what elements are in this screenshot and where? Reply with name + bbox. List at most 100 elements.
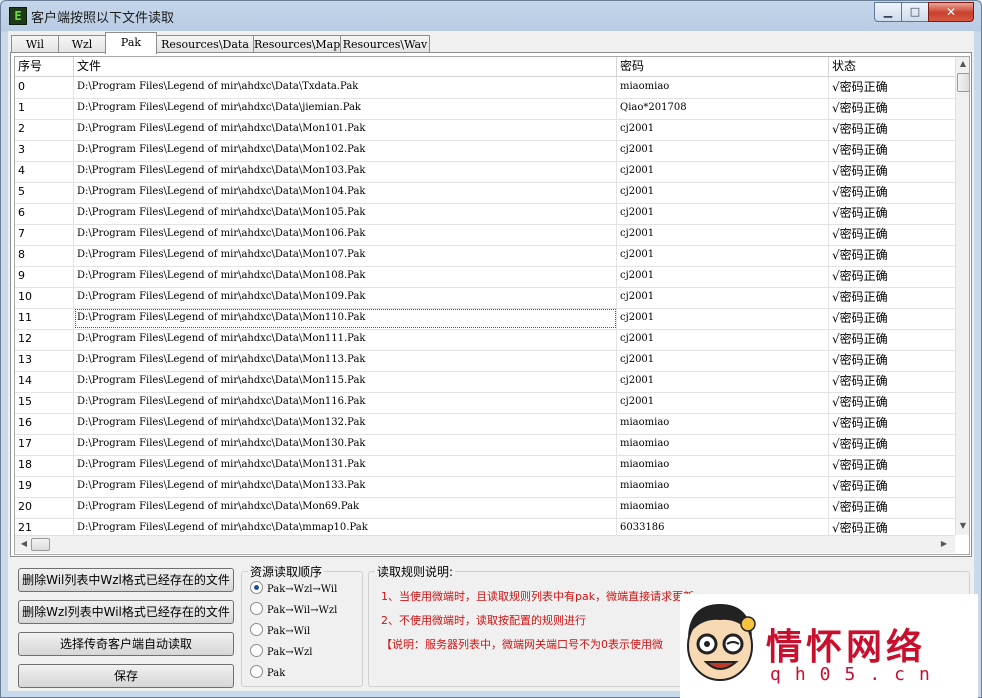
cell-status[interactable]: √密码正确 <box>829 476 955 497</box>
close-button[interactable]: ✕ <box>928 2 974 22</box>
horizontal-scrollbar[interactable]: ◀ ▶ <box>15 535 955 553</box>
cell-password[interactable]: cj2001 <box>617 266 829 287</box>
cell-status[interactable]: √密码正确 <box>829 413 955 434</box>
cell-password[interactable]: Qiao*201708 <box>617 98 829 119</box>
cell-index[interactable]: 21 <box>15 518 74 535</box>
cell-status[interactable]: √密码正确 <box>829 434 955 455</box>
cell-status[interactable]: √密码正确 <box>829 119 955 140</box>
cell-password[interactable]: miaomiao <box>617 77 829 98</box>
cell-status[interactable]: √密码正确 <box>829 392 955 413</box>
tab-wzl[interactable]: Wzl <box>58 35 106 53</box>
cell-password[interactable]: miaomiao <box>617 497 829 518</box>
cell-index[interactable]: 9 <box>15 266 74 287</box>
cell-password[interactable]: cj2001 <box>617 329 829 350</box>
cell-file[interactable]: D:\Program Files\Legend of mir\ahdxc\Dat… <box>74 476 617 497</box>
cell-status[interactable]: √密码正确 <box>829 329 955 350</box>
order-option-pak-wzl[interactable]: Pak→Wzl <box>250 644 312 662</box>
table-row[interactable]: 19 D:\Program Files\Legend of mir\ahdxc\D… <box>15 476 955 498</box>
table-row[interactable]: 21 D:\Program Files\Legend of mir\ahdxc\D… <box>15 518 955 535</box>
cell-file[interactable]: D:\Program Files\Legend of mir\ahdxc\Dat… <box>74 266 617 287</box>
cell-file[interactable]: D:\Program Files\Legend of mir\ahdxc\Dat… <box>74 434 617 455</box>
cell-index[interactable]: 20 <box>15 497 74 518</box>
cell-index[interactable]: 8 <box>15 245 74 266</box>
cell-password[interactable]: miaomiao <box>617 413 829 434</box>
cell-password[interactable]: cj2001 <box>617 392 829 413</box>
cell-index[interactable]: 17 <box>15 434 74 455</box>
cell-status[interactable]: √密码正确 <box>829 308 955 329</box>
table-row[interactable]: 16 D:\Program Files\Legend of mir\ahdxc\D… <box>15 413 955 435</box>
table-row[interactable]: 14 D:\Program Files\Legend of mir\ahdxc\D… <box>15 371 955 393</box>
cell-status[interactable]: √密码正确 <box>829 497 955 518</box>
cell-password[interactable]: miaomiao <box>617 455 829 476</box>
radio-unchecked-icon[interactable] <box>250 623 263 636</box>
cell-status[interactable]: √密码正确 <box>829 77 955 98</box>
tab-wil[interactable]: Wil <box>11 35 59 53</box>
cell-index[interactable]: 10 <box>15 287 74 308</box>
cell-file[interactable]: D:\Program Files\Legend of mir\ahdxc\Dat… <box>74 455 617 476</box>
cell-file[interactable]: D:\Program Files\Legend of mir\ahdxc\Dat… <box>74 350 617 371</box>
cell-password[interactable]: cj2001 <box>617 182 829 203</box>
table-row[interactable]: 12 D:\Program Files\Legend of mir\ahdxc\D… <box>15 329 955 351</box>
cell-status[interactable]: √密码正确 <box>829 287 955 308</box>
table-row[interactable]: 20 D:\Program Files\Legend of mir\ahdxc\D… <box>15 497 955 519</box>
table-row[interactable]: 15 D:\Program Files\Legend of mir\ahdxc\D… <box>15 392 955 414</box>
table-row[interactable]: 9 D:\Program Files\Legend of mir\ahdxc\Da… <box>15 266 955 288</box>
scroll-right-icon[interactable]: ▶ <box>937 539 951 548</box>
title-bar[interactable]: E 客户端按照以下文件读取 ▁ □ ✕ <box>1 1 981 29</box>
tab-resources-map[interactable]: Resources\Map <box>253 35 341 53</box>
maximize-button[interactable]: □ <box>901 2 929 22</box>
cell-password[interactable]: 6033186 <box>617 518 829 535</box>
cell-status[interactable]: √密码正确 <box>829 203 955 224</box>
table-row[interactable]: 13 D:\Program Files\Legend of mir\ahdxc\D… <box>15 350 955 372</box>
vertical-scroll-thumb[interactable] <box>957 73 969 92</box>
scroll-left-icon[interactable]: ◀ <box>17 539 31 548</box>
cell-password[interactable]: cj2001 <box>617 350 829 371</box>
cell-status[interactable]: √密码正确 <box>829 266 955 287</box>
cell-index[interactable]: 6 <box>15 203 74 224</box>
table-row[interactable]: 5 D:\Program Files\Legend of mir\ahdxc\Da… <box>15 182 955 204</box>
cell-file[interactable]: D:\Program Files\Legend of mir\ahdxc\Dat… <box>74 308 617 329</box>
tab-pak[interactable]: Pak <box>105 32 157 54</box>
horizontal-scroll-thumb[interactable] <box>31 538 50 551</box>
cell-file[interactable]: D:\Program Files\Legend of mir\ahdxc\Dat… <box>74 413 617 434</box>
cell-password[interactable]: miaomiao <box>617 476 829 497</box>
cell-file[interactable]: D:\Program Files\Legend of mir\ahdxc\Dat… <box>74 98 617 119</box>
cell-index[interactable]: 11 <box>15 308 74 329</box>
radio-unchecked-icon[interactable] <box>250 665 263 678</box>
table-row[interactable]: 17 D:\Program Files\Legend of mir\ahdxc\D… <box>15 434 955 456</box>
cell-status[interactable]: √密码正确 <box>829 371 955 392</box>
save-button[interactable]: 保存 <box>18 664 234 688</box>
table-row[interactable]: 4 D:\Program Files\Legend of mir\ahdxc\Da… <box>15 161 955 183</box>
cell-index[interactable]: 5 <box>15 182 74 203</box>
cell-status[interactable]: √密码正确 <box>829 182 955 203</box>
cell-status[interactable]: √密码正确 <box>829 98 955 119</box>
table-row[interactable]: 3 D:\Program Files\Legend of mir\ahdxc\Da… <box>15 140 955 162</box>
cell-index[interactable]: 18 <box>15 455 74 476</box>
table-row[interactable]: 18 D:\Program Files\Legend of mir\ahdxc\D… <box>15 455 955 477</box>
cell-index[interactable]: 3 <box>15 140 74 161</box>
cell-status[interactable]: √密码正确 <box>829 224 955 245</box>
order-option-pak[interactable]: Pak <box>250 665 285 683</box>
cell-status[interactable]: √密码正确 <box>829 350 955 371</box>
cell-index[interactable]: 13 <box>15 350 74 371</box>
cell-file[interactable]: D:\Program Files\Legend of mir\ahdxc\Dat… <box>74 203 617 224</box>
cell-password[interactable]: cj2001 <box>617 308 829 329</box>
radio-checked-icon[interactable] <box>250 581 263 594</box>
column-header-status[interactable]: 状态 <box>829 57 955 76</box>
cell-file[interactable]: D:\Program Files\Legend of mir\ahdxc\Dat… <box>74 392 617 413</box>
cell-status[interactable]: √密码正确 <box>829 161 955 182</box>
table-row[interactable]: 8 D:\Program Files\Legend of mir\ahdxc\Da… <box>15 245 955 267</box>
table-row[interactable]: 10 D:\Program Files\Legend of mir\ahdxc\D… <box>15 287 955 309</box>
cell-status[interactable]: √密码正确 <box>829 140 955 161</box>
cell-file[interactable]: D:\Program Files\Legend of mir\ahdxc\Dat… <box>74 119 617 140</box>
cell-file[interactable]: D:\Program Files\Legend of mir\ahdxc\Dat… <box>74 182 617 203</box>
order-option-pak-wzl-wil[interactable]: Pak→Wzl→Wil <box>250 581 337 599</box>
cell-password[interactable]: cj2001 <box>617 119 829 140</box>
scroll-down-icon[interactable]: ▼ <box>956 521 969 530</box>
cell-index[interactable]: 2 <box>15 119 74 140</box>
cell-file[interactable]: D:\Program Files\Legend of mir\ahdxc\Dat… <box>74 140 617 161</box>
cell-file[interactable]: D:\Program Files\Legend of mir\ahdxc\Dat… <box>74 329 617 350</box>
cell-status[interactable]: √密码正确 <box>829 518 955 535</box>
file-grid[interactable]: 序号 文件 密码 状态 0 D:\Program Files\Legend of … <box>14 56 970 555</box>
cell-file[interactable]: D:\Program Files\Legend of mir\ahdxc\Dat… <box>74 287 617 308</box>
